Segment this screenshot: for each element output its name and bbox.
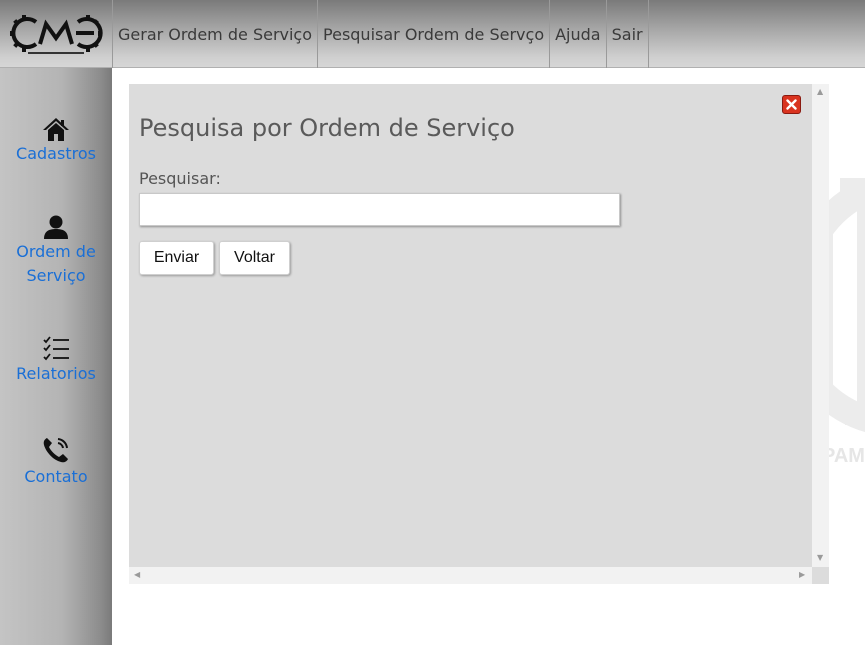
scroll-left-arrow-icon[interactable]: ◀: [134, 571, 140, 579]
nav-sair[interactable]: Sair: [605, 0, 649, 68]
nav-pesquisar-ordem[interactable]: Pesquisar Ordem de Servço: [317, 0, 549, 68]
close-button[interactable]: [782, 95, 801, 114]
close-icon: [786, 99, 797, 110]
sidebar: Cadastros Ordem de Serviço Relatorios Co…: [0, 68, 112, 645]
sidebar-item-relatorios[interactable]: Relatorios: [0, 336, 112, 386]
vertical-scrollbar[interactable]: ▲ ▼: [812, 84, 829, 567]
phone-icon: [43, 438, 68, 463]
sidebar-item-cadastros[interactable]: Cadastros: [0, 116, 112, 166]
sidebar-item-ordem-servico[interactable]: Ordem de Serviço: [0, 214, 112, 288]
sidebar-item-label: Relatorios: [16, 364, 96, 383]
scrollbar-corner: [812, 567, 829, 584]
logo-gears-icon: [10, 15, 103, 54]
top-bar: Gerar Ordem de Serviço Pesquisar Ordem d…: [0, 0, 865, 68]
user-icon: [44, 215, 68, 239]
sidebar-item-contato[interactable]: Contato: [0, 435, 112, 489]
search-panel: Pesquisa por Ordem de Serviço Pesquisar:…: [129, 84, 829, 584]
back-button[interactable]: Voltar: [219, 241, 290, 275]
search-input[interactable]: [139, 193, 620, 226]
nav-ajuda[interactable]: Ajuda: [549, 0, 606, 68]
scroll-down-arrow-icon[interactable]: ▼: [817, 554, 823, 562]
page-title: Pesquisa por Ordem de Serviço: [139, 114, 515, 142]
home-icon: [43, 118, 69, 141]
sidebar-item-label: Ordem de Serviço: [16, 242, 96, 285]
send-button[interactable]: Enviar: [139, 241, 214, 275]
checklist-icon: [43, 336, 69, 361]
scroll-right-arrow-icon[interactable]: ▶: [799, 571, 805, 579]
sidebar-item-label: Cadastros: [16, 144, 96, 163]
nav-gerar-ordem[interactable]: Gerar Ordem de Serviço: [112, 0, 317, 68]
scroll-up-arrow-icon[interactable]: ▲: [817, 88, 823, 96]
horizontal-scrollbar[interactable]: ◀ ▶: [129, 567, 812, 584]
search-label: Pesquisar:: [139, 169, 221, 188]
main-nav: Gerar Ordem de Serviço Pesquisar Ordem d…: [112, 0, 649, 68]
cme-logo[interactable]: [0, 0, 112, 68]
sidebar-item-label: Contato: [24, 467, 88, 486]
